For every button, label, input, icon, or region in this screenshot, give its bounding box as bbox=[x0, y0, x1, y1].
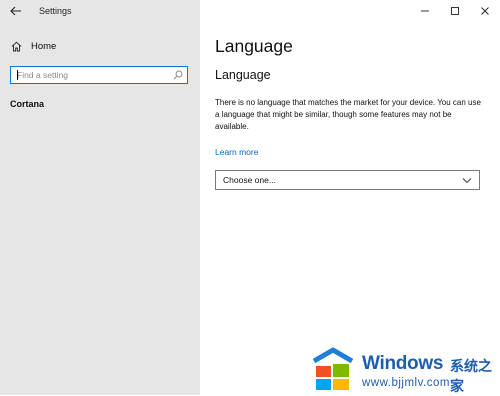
maximize-icon bbox=[451, 7, 459, 15]
dropdown-value: Choose one... bbox=[223, 175, 276, 185]
watermark-url: www.bjjmlv.com bbox=[362, 377, 450, 389]
search-box[interactable] bbox=[10, 66, 188, 84]
home-nav-item[interactable]: Home bbox=[11, 39, 56, 53]
window-controls bbox=[410, 0, 500, 22]
page-title: Language bbox=[215, 36, 293, 56]
language-dropdown[interactable]: Choose one... bbox=[215, 170, 480, 190]
maximize-button[interactable] bbox=[440, 0, 470, 22]
minimize-icon bbox=[421, 10, 429, 12]
chevron-down-icon bbox=[462, 178, 472, 184]
watermark-cn-text: 系统之家 bbox=[450, 358, 492, 394]
main-content bbox=[200, 0, 500, 395]
windows-logo-icon bbox=[312, 347, 354, 390]
text-caret bbox=[17, 70, 18, 80]
home-icon bbox=[11, 40, 23, 52]
app-title: Settings bbox=[39, 6, 72, 16]
back-arrow-icon bbox=[10, 6, 21, 16]
section-title: Language bbox=[215, 68, 271, 82]
sidebar: Settings Home Cortana bbox=[0, 0, 200, 395]
home-label: Home bbox=[31, 40, 57, 52]
close-icon bbox=[481, 7, 489, 15]
search-input[interactable] bbox=[17, 70, 167, 80]
watermark-brand: Windows bbox=[362, 353, 444, 374]
description-text: There is no language that matches the ma… bbox=[215, 98, 481, 131]
learn-more-link[interactable]: Learn more bbox=[215, 147, 258, 157]
minimize-button[interactable] bbox=[410, 0, 440, 22]
close-button[interactable] bbox=[470, 0, 500, 22]
back-button[interactable] bbox=[9, 4, 23, 18]
watermark: Windows 系统之家 www.bjjmlv.com bbox=[310, 347, 500, 395]
section-label-cortana: Cortana bbox=[10, 99, 45, 109]
search-icon[interactable] bbox=[173, 70, 183, 80]
